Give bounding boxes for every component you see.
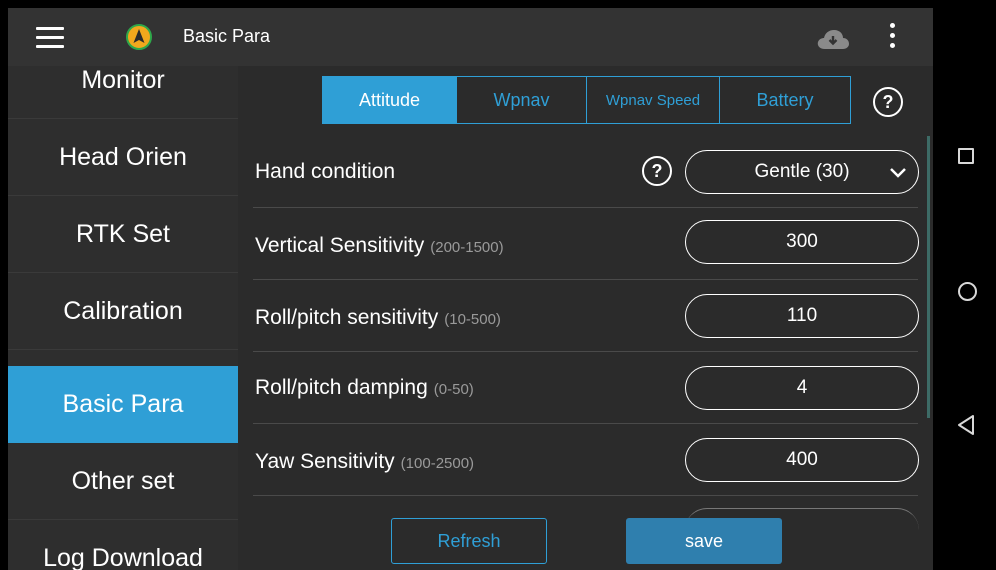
tab-battery[interactable]: Battery: [720, 77, 850, 123]
roll-pitch-sensitivity-field[interactable]: 110: [685, 294, 919, 338]
recent-apps-icon[interactable]: [958, 148, 974, 164]
save-button[interactable]: save: [626, 518, 782, 564]
param-label: Vertical Sensitivity (200-1500): [255, 234, 504, 257]
sidebar-item-rtk-set[interactable]: RTK Set: [8, 196, 238, 273]
sidebar-item-label: Log Download: [43, 544, 203, 570]
back-icon[interactable]: [956, 414, 976, 436]
cloud-download-icon[interactable]: [816, 28, 850, 50]
sidebar-item-basic-para[interactable]: Basic Para: [8, 366, 238, 443]
param-tabs: Attitude Wpnav Wpnav Speed Battery: [322, 76, 851, 124]
param-range: (200-1500): [430, 239, 504, 256]
param-row-roll-pitch-damping: Roll/pitch damping (0-50) 4: [253, 352, 919, 424]
hand-condition-help-icon[interactable]: ?: [642, 156, 672, 186]
param-row-vertical-sensitivity: Vertical Sensitivity (200-1500) 300: [253, 208, 919, 280]
sidebar-item-label: RTK Set: [75, 219, 171, 248]
sidebar-item-monitor[interactable]: Monitor: [8, 42, 238, 119]
sidebar-item-label: Head Orien: [59, 142, 187, 171]
chevron-down-icon: [890, 168, 906, 178]
param-range: (100-2500): [400, 455, 475, 472]
more-vertical-icon[interactable]: [888, 23, 896, 51]
hand-condition-select[interactable]: Gentle (30): [685, 150, 919, 194]
param-row-yaw-sensitivity: Yaw Sensitivity (100-2500) 400: [253, 424, 919, 496]
param-row-roll-pitch-sensitivity: Roll/pitch sensitivity (10-500) 110: [253, 280, 919, 352]
tab-wpnav[interactable]: Wpnav: [457, 77, 587, 123]
sidebar-item-label: Other set: [71, 466, 175, 495]
sidebar-item-log-download[interactable]: Log Download: [8, 520, 238, 570]
scrollbar[interactable]: [927, 136, 930, 418]
hand-condition-value: Gentle (30): [754, 161, 850, 182]
app-window: Basic Para Monitor Head Orien RTK Set Ca…: [8, 8, 933, 570]
param-row-hand-condition: Hand condition ? Gentle (30): [253, 136, 919, 208]
vertical-sensitivity-field[interactable]: 300: [685, 220, 919, 264]
sidebar-item-other-set[interactable]: Other set: [8, 443, 238, 520]
sidebar-item-label: Calibration: [63, 296, 183, 325]
sidebar-item-head-orien[interactable]: Head Orien: [8, 119, 238, 196]
tab-wpnav-speed[interactable]: Wpnav Speed: [587, 77, 720, 123]
param-range: (0-50): [433, 381, 474, 398]
yaw-sensitivity-field[interactable]: 400: [685, 438, 919, 482]
param-range: (10-500): [444, 311, 501, 328]
sidebar-nav: Monitor Head Orien RTK Set Calibration B…: [8, 66, 238, 570]
param-label: Roll/pitch sensitivity (10-500): [255, 306, 501, 329]
sidebar-item-label: Basic Para: [62, 390, 184, 418]
home-icon[interactable]: [958, 282, 977, 301]
param-label: Yaw Sensitivity (100-2500): [255, 450, 475, 473]
refresh-button[interactable]: Refresh: [391, 518, 547, 564]
sidebar-item-label: Monitor: [81, 65, 165, 94]
tab-attitude[interactable]: Attitude: [323, 77, 457, 123]
help-icon[interactable]: ?: [873, 87, 903, 117]
param-label: Roll/pitch damping (0-50): [255, 376, 474, 399]
param-label: Hand condition: [255, 160, 396, 183]
sidebar-item-calibration[interactable]: Calibration: [8, 273, 238, 350]
roll-pitch-damping-field[interactable]: 4: [685, 366, 919, 410]
